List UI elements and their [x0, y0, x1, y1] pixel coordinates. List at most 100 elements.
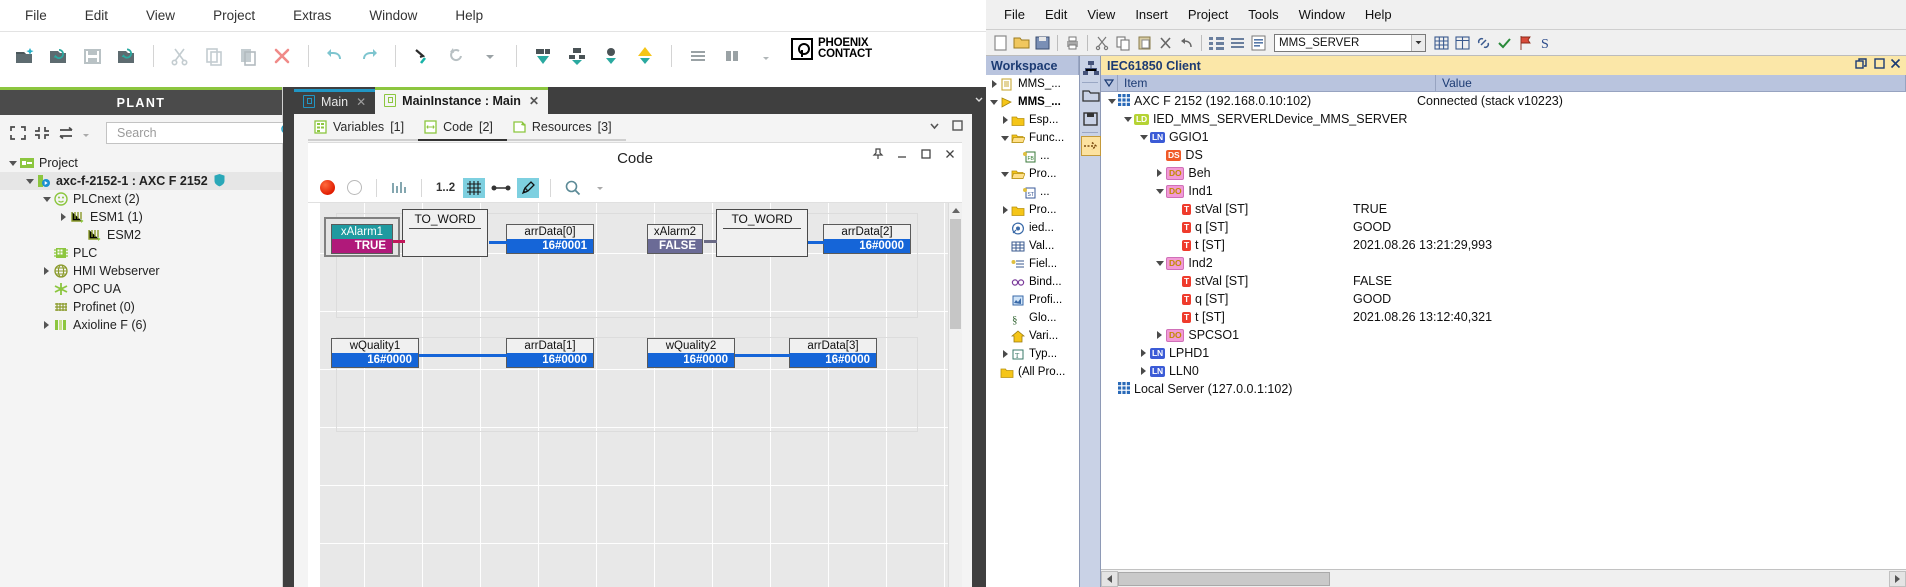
- plant-tree-item[interactable]: axc-f-2152-1 : AXC F 2152: [0, 172, 282, 190]
- grid-icon[interactable]: [1432, 34, 1451, 52]
- validate-icon[interactable]: [1495, 34, 1514, 52]
- table-icon[interactable]: [1453, 34, 1472, 52]
- tree-twisty-icon[interactable]: [1153, 188, 1166, 194]
- plant-tree-item[interactable]: PLCnext (2): [0, 190, 282, 208]
- print-icon[interactable]: [1063, 34, 1082, 52]
- client-tree-row[interactable]: AXC F 2152 (192.168.0.10:102) Connected (…: [1101, 92, 1906, 110]
- code-vertical-scrollbar[interactable]: [948, 203, 962, 587]
- paste-icon[interactable]: [1135, 34, 1154, 52]
- client-tree-row[interactable]: DO Beh: [1101, 164, 1906, 182]
- connect-icon[interactable]: [528, 41, 558, 71]
- warning-icon[interactable]: [630, 41, 660, 71]
- zoom-level-label[interactable]: 1..2: [433, 182, 458, 194]
- record-red-icon[interactable]: [316, 178, 338, 198]
- write-download-icon[interactable]: [407, 41, 437, 71]
- fbd-function-block[interactable]: TO_WORD: [402, 209, 488, 257]
- dropdown-arrow-icon[interactable]: [589, 178, 611, 198]
- plant-tree-item[interactable]: ESM2: [0, 226, 282, 244]
- column-header-value[interactable]: Value: [1436, 74, 1906, 92]
- connector-icon[interactable]: [490, 178, 512, 198]
- plant-tree-item[interactable]: ESM1 (1): [0, 208, 282, 226]
- tab-variables[interactable]: Variables [1]: [308, 116, 419, 141]
- plant-tree-item[interactable]: Project: [0, 154, 282, 172]
- paste-icon[interactable]: [233, 41, 263, 71]
- editor-expand-icon[interactable]: [974, 95, 984, 108]
- copy-icon[interactable]: [199, 41, 229, 71]
- cut-icon[interactable]: [1093, 34, 1112, 52]
- go-arrow-icon[interactable]: [1081, 136, 1101, 156]
- redo-icon[interactable]: [354, 41, 384, 71]
- subtab-overflow-icon[interactable]: [928, 119, 941, 137]
- tree-view-icon[interactable]: [1081, 59, 1101, 79]
- scroll-thumb[interactable]: [950, 219, 961, 329]
- fbd-wire[interactable]: [419, 354, 507, 357]
- client-tree-row[interactable]: DS DS: [1101, 146, 1906, 164]
- sync-icon[interactable]: [56, 124, 76, 142]
- download-icon[interactable]: [562, 41, 592, 71]
- client-tree-row[interactable]: DO SPCSO1: [1101, 326, 1906, 344]
- fbd-function-block[interactable]: TO_WORD: [716, 209, 808, 257]
- magnifier-icon[interactable]: [562, 178, 584, 198]
- workspace-tree-item[interactable]: Bind...: [986, 273, 1079, 291]
- tab-resources[interactable]: Resources [3]: [506, 116, 626, 141]
- plant-search-box[interactable]: [106, 122, 300, 144]
- client-tree-row[interactable]: LD IED_MMS_SERVERLDevice_MMS_SERVER: [1101, 110, 1906, 128]
- scroll-left-button[interactable]: [1101, 570, 1118, 587]
- menu-edit[interactable]: Edit: [1035, 4, 1077, 25]
- menu-project[interactable]: Project: [194, 4, 274, 27]
- workspace-tree-item[interactable]: Func...: [986, 129, 1079, 147]
- workspace-tree-item[interactable]: ied...: [986, 219, 1079, 237]
- client-tree-row[interactable]: TstVal [ST] TRUE: [1101, 200, 1906, 218]
- new-icon[interactable]: [991, 34, 1010, 52]
- workspace-tree-item[interactable]: Pro...: [986, 201, 1079, 219]
- grid-toggle-icon[interactable]: [463, 177, 486, 198]
- expand-all-icon[interactable]: [8, 124, 28, 142]
- reset-icon[interactable]: [441, 41, 471, 71]
- menu-window[interactable]: Window: [1289, 4, 1355, 25]
- delete-icon[interactable]: [1156, 34, 1175, 52]
- workspace-tree-item[interactable]: Pro...: [986, 165, 1079, 183]
- scroll-right-button[interactable]: [1889, 570, 1906, 587]
- tab-code[interactable]: Code [2]: [418, 116, 507, 141]
- tree-twisty-icon[interactable]: [1153, 169, 1166, 177]
- tree-twisty-icon[interactable]: [999, 350, 1011, 358]
- search-input[interactable]: [115, 125, 280, 141]
- fbd-variable-block[interactable]: arrData[1] 16#0000: [506, 338, 594, 368]
- client-tree-row[interactable]: DO Ind2: [1101, 254, 1906, 272]
- client-horizontal-scrollbar[interactable]: [1101, 569, 1906, 587]
- plant-tree-item[interactable]: PLC: [0, 244, 282, 262]
- menu-view[interactable]: View: [127, 4, 194, 27]
- save-icon[interactable]: [78, 41, 108, 71]
- open-icon[interactable]: [1012, 34, 1031, 52]
- client-tree-row[interactable]: Tt [ST] 2021.08.26 13:12:40,321: [1101, 308, 1906, 326]
- workspace-tree-item[interactable]: MMS_...: [986, 93, 1079, 111]
- menu-project[interactable]: Project: [1178, 4, 1238, 25]
- dropdown-arrow-icon[interactable]: [475, 41, 505, 71]
- undo-icon[interactable]: [1177, 34, 1196, 52]
- plant-tree-item[interactable]: HMI Webserver: [0, 262, 282, 280]
- subtab-maximize-icon[interactable]: [951, 119, 964, 137]
- workspace-tree-item[interactable]: § Glo...: [986, 309, 1079, 327]
- close-icon[interactable]: ✕: [529, 94, 539, 108]
- tree-twisty-icon[interactable]: [40, 301, 53, 314]
- client-tree-row[interactable]: Tq [ST] GOOD: [1101, 290, 1906, 308]
- pin-icon[interactable]: [871, 148, 884, 163]
- close-icon[interactable]: ✕: [356, 95, 366, 109]
- tree-twisty-icon[interactable]: [999, 206, 1011, 214]
- client-tree-row[interactable]: Tt [ST] 2021.08.26 13:21:29,993: [1101, 236, 1906, 254]
- close-icon[interactable]: [943, 148, 956, 163]
- plant-tree-item[interactable]: OPC UA: [0, 280, 282, 298]
- fbd-wire[interactable]: [489, 241, 507, 244]
- menu-tools[interactable]: Tools: [1238, 4, 1288, 25]
- save-icon[interactable]: [1033, 34, 1052, 52]
- editor-tab-maininstance[interactable]: MainInstance : Main ✕: [375, 87, 548, 114]
- minimize-icon[interactable]: [895, 148, 908, 163]
- link-icon[interactable]: [1474, 34, 1493, 52]
- fbd-wire[interactable]: [393, 240, 405, 243]
- save-as-icon[interactable]: [112, 41, 142, 71]
- workspace-tree-item[interactable]: (All Pro...: [986, 363, 1079, 381]
- fbd-variable-block[interactable]: arrData[0] 16#0001: [506, 224, 594, 254]
- column-corner-icon[interactable]: [1101, 74, 1118, 92]
- menu-edit[interactable]: Edit: [66, 4, 127, 27]
- fbd-variable-block[interactable]: wQuality2 16#0000: [647, 338, 735, 368]
